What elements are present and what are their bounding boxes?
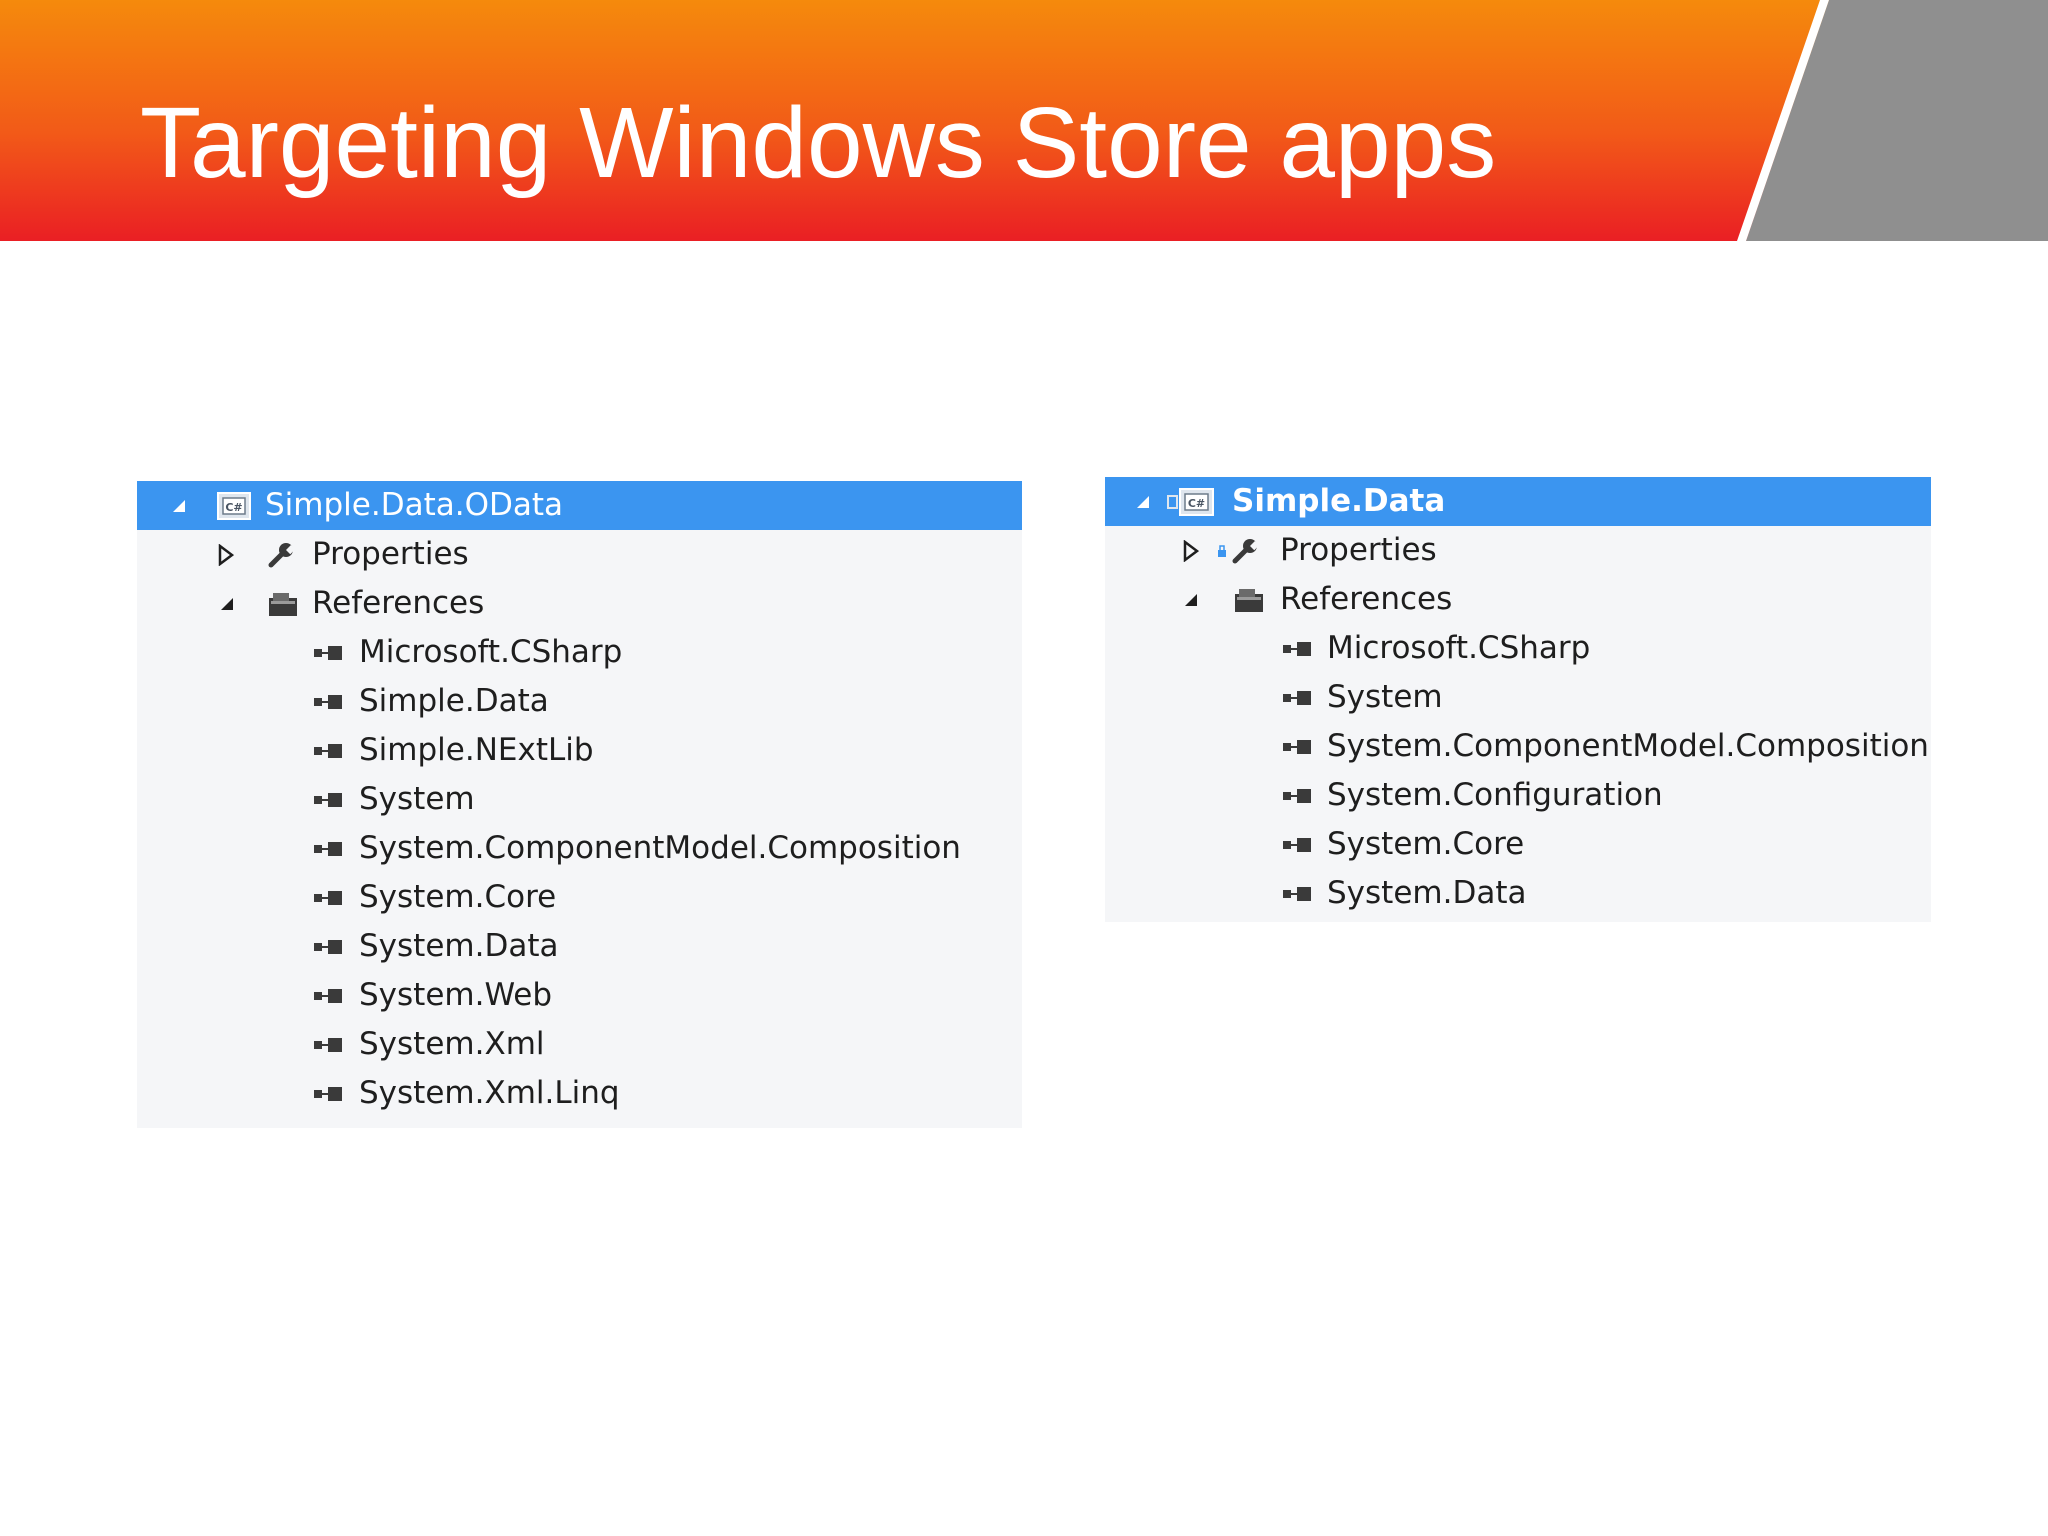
reference-label: System.Core bbox=[359, 879, 557, 915]
csharp-project-icon: C# bbox=[217, 481, 251, 530]
properties-node[interactable]: Properties bbox=[1105, 526, 1931, 575]
reference-item[interactable]: System bbox=[1105, 673, 1931, 722]
reference-item[interactable]: System.Configuration bbox=[1105, 771, 1931, 820]
reference-label: System bbox=[359, 781, 475, 817]
reference-label: Simple.NExtLib bbox=[359, 732, 594, 768]
reference-item[interactable]: Microsoft.CSharp bbox=[1105, 624, 1931, 673]
reference-item[interactable]: System.Data bbox=[1105, 869, 1931, 918]
csharp-project-icon: C# bbox=[1167, 477, 1215, 526]
expand-arrow-icon[interactable] bbox=[1181, 526, 1201, 575]
references-label: References bbox=[1280, 581, 1453, 617]
assembly-reference-icon bbox=[313, 971, 345, 1020]
reference-item[interactable]: Simple.NExtLib bbox=[137, 726, 1022, 775]
reference-label: System.Data bbox=[1327, 875, 1527, 911]
folder-references-icon bbox=[1233, 575, 1265, 624]
references-label: References bbox=[312, 585, 485, 621]
solution-explorer-tree-left: C# Simple.Data.OData Properties Referenc… bbox=[137, 481, 1022, 1128]
assembly-reference-icon bbox=[313, 1020, 345, 1069]
lock-overlay-icon bbox=[1217, 526, 1227, 575]
assembly-reference-icon bbox=[1282, 722, 1314, 771]
reference-label: System bbox=[1327, 679, 1443, 715]
reference-label: System.Xml bbox=[359, 1026, 545, 1062]
assembly-reference-icon bbox=[313, 922, 345, 971]
wrench-icon bbox=[1231, 526, 1259, 575]
assembly-reference-icon bbox=[313, 824, 345, 873]
svg-text:C#: C# bbox=[1188, 497, 1205, 510]
solution-explorer-tree-right: C# Simple.Data Properties References Mic… bbox=[1105, 477, 1931, 922]
svg-text:C#: C# bbox=[225, 501, 242, 514]
assembly-reference-icon bbox=[313, 628, 345, 677]
assembly-reference-icon bbox=[313, 775, 345, 824]
assembly-reference-icon bbox=[313, 726, 345, 775]
reference-item[interactable]: System.Core bbox=[137, 873, 1022, 922]
assembly-reference-icon bbox=[1282, 624, 1314, 673]
wrench-icon bbox=[267, 530, 295, 579]
collapse-arrow-icon[interactable] bbox=[169, 481, 189, 530]
reference-label: System.Xml.Linq bbox=[359, 1075, 620, 1111]
assembly-reference-icon bbox=[1282, 869, 1314, 918]
project-label: Simple.Data.OData bbox=[265, 487, 563, 523]
reference-label: System.ComponentModel.Composition bbox=[359, 830, 961, 866]
assembly-reference-icon bbox=[1282, 820, 1314, 869]
reference-item[interactable]: System.ComponentModel.Composition bbox=[137, 824, 1022, 873]
folder-references-icon bbox=[267, 579, 299, 628]
collapse-arrow-icon[interactable] bbox=[1133, 477, 1153, 526]
expand-arrow-icon[interactable] bbox=[216, 530, 236, 579]
reference-label: Microsoft.CSharp bbox=[359, 634, 623, 670]
references-node[interactable]: References bbox=[1105, 575, 1931, 624]
reference-label: Microsoft.CSharp bbox=[1327, 630, 1591, 666]
reference-label: System.ComponentModel.Composition bbox=[1327, 728, 1929, 764]
reference-item[interactable]: Microsoft.CSharp bbox=[137, 628, 1022, 677]
reference-label: System.Core bbox=[1327, 826, 1525, 862]
assembly-reference-icon bbox=[1282, 673, 1314, 722]
assembly-reference-icon bbox=[313, 873, 345, 922]
reference-label: System.Web bbox=[359, 977, 553, 1013]
reference-item[interactable]: System.Core bbox=[1105, 820, 1931, 869]
reference-label: System.Data bbox=[359, 928, 559, 964]
references-node[interactable]: References bbox=[137, 579, 1022, 628]
reference-label: Simple.Data bbox=[359, 683, 549, 719]
reference-item[interactable]: System.Xml bbox=[137, 1020, 1022, 1069]
project-node-simple-data[interactable]: C# Simple.Data bbox=[1105, 477, 1931, 526]
reference-item[interactable]: System.Data bbox=[137, 922, 1022, 971]
assembly-reference-icon bbox=[1282, 771, 1314, 820]
reference-item[interactable]: Simple.Data bbox=[137, 677, 1022, 726]
properties-label: Properties bbox=[312, 536, 469, 572]
reference-item[interactable]: System.ComponentModel.Composition bbox=[1105, 722, 1931, 771]
reference-label: System.Configuration bbox=[1327, 777, 1663, 813]
assembly-reference-icon bbox=[313, 1069, 345, 1118]
properties-label: Properties bbox=[1280, 532, 1437, 568]
reference-item[interactable]: System bbox=[137, 775, 1022, 824]
collapse-arrow-icon[interactable] bbox=[217, 579, 237, 628]
properties-node[interactable]: Properties bbox=[137, 530, 1022, 579]
project-node-simple-data-odata[interactable]: C# Simple.Data.OData bbox=[137, 481, 1022, 530]
project-label: Simple.Data bbox=[1232, 483, 1446, 519]
collapse-arrow-icon[interactable] bbox=[1181, 575, 1201, 624]
reference-item[interactable]: System.Xml.Linq bbox=[137, 1069, 1022, 1118]
assembly-reference-icon bbox=[313, 677, 345, 726]
reference-item[interactable]: System.Web bbox=[137, 971, 1022, 1020]
slide-title: Targeting Windows Store apps bbox=[140, 87, 1497, 199]
